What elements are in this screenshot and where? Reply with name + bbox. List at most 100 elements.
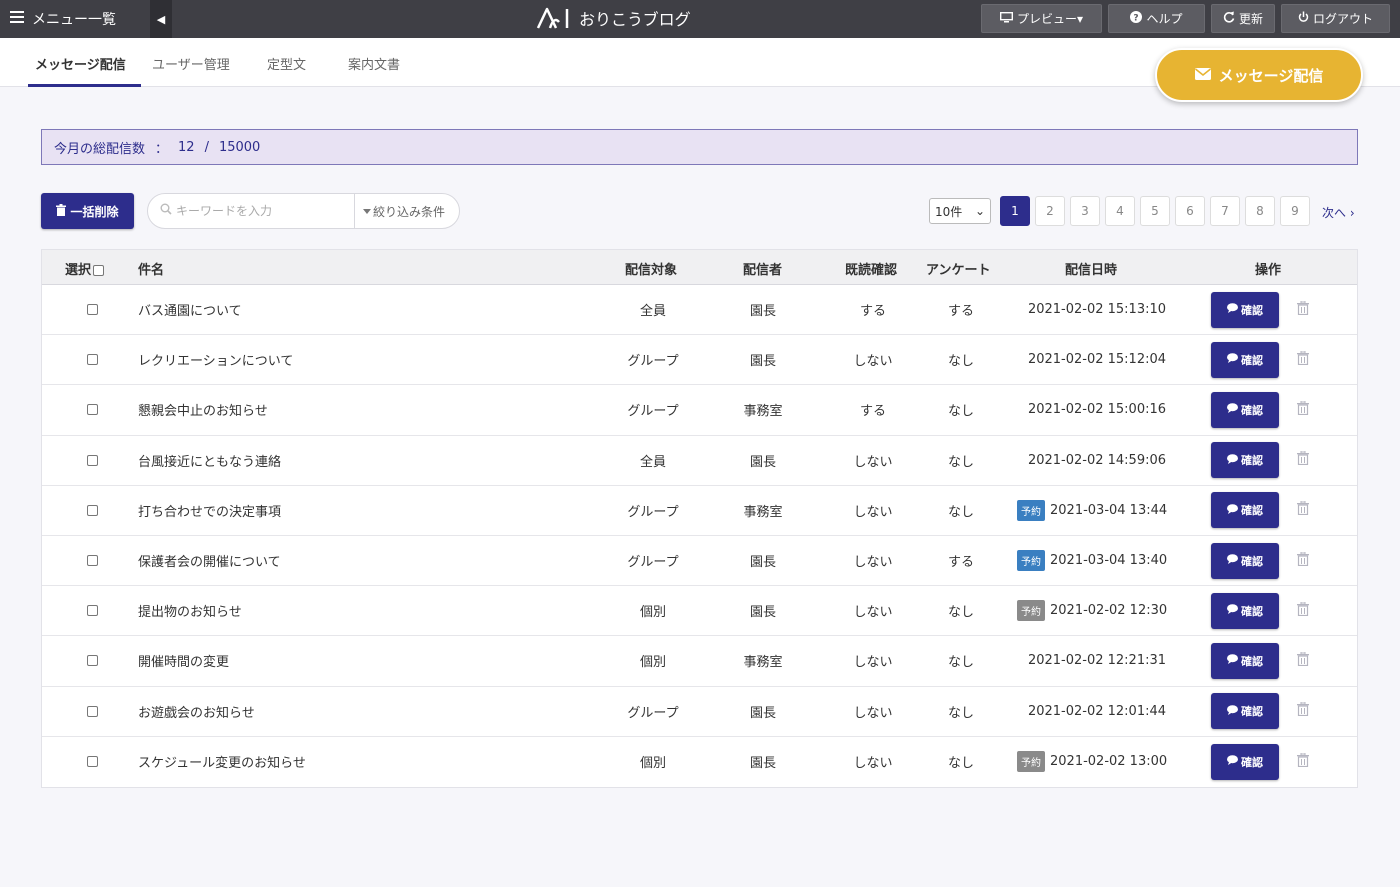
- row-checkbox[interactable]: [87, 454, 98, 466]
- row-checkbox[interactable]: [87, 555, 98, 567]
- confirm-button[interactable]: 確認: [1211, 743, 1279, 780]
- row-checkbox[interactable]: [87, 655, 98, 667]
- sender-cell: 園長: [749, 705, 776, 721]
- delete-row-icon[interactable]: [1297, 551, 1309, 570]
- comment-icon: [1227, 303, 1238, 316]
- comment-icon: [1227, 554, 1238, 567]
- preview-button[interactable]: プレビュー▾: [981, 4, 1102, 33]
- confirm-button[interactable]: 確認: [1211, 492, 1279, 529]
- search-icon: [160, 203, 172, 219]
- app-logo: おりこうブログ: [535, 6, 691, 30]
- help-button[interactable]: ? ヘルプ: [1108, 4, 1205, 33]
- delete-row-icon[interactable]: [1297, 400, 1309, 419]
- read-cell: しない: [853, 756, 893, 772]
- delete-row-icon[interactable]: [1297, 500, 1309, 519]
- page-button[interactable]: 6: [1175, 196, 1205, 226]
- datetime-cell: 2021-02-02 15:13:10: [1027, 302, 1167, 318]
- datetime-cell: 2021-02-02 15:12:04: [1027, 352, 1167, 368]
- tab-message-delivery[interactable]: メッセージ配信: [35, 54, 126, 73]
- subject-cell: 台風接近にともなう連絡: [138, 454, 282, 470]
- filter-button[interactable]: 絞り込み条件: [354, 194, 453, 228]
- menu-label: メニュー一覧: [32, 12, 116, 28]
- scheduled-badge: 予約: [1017, 499, 1045, 521]
- confirm-button[interactable]: 確認: [1211, 642, 1279, 679]
- svg-text:?: ?: [1134, 14, 1139, 24]
- target-header: 配信対象: [625, 263, 678, 278]
- tab-templates[interactable]: 定型文: [267, 54, 306, 73]
- menu-toggle-button[interactable]: メニュー一覧 ◀: [0, 0, 172, 38]
- scheduled-badge: 予約: [1017, 751, 1045, 773]
- table-header: 選択 件名 配信対象 配信者 既読確認 アンケート 配信日時 操作: [42, 250, 1357, 285]
- count-value: 12: [178, 139, 195, 155]
- active-tab-indicator: [28, 84, 141, 87]
- table-row: 開催時間の変更 個別 事務室 しない なし 2021-02-02 12:21:31 確認: [42, 636, 1357, 687]
- datetime-header: 配信日時: [1065, 263, 1118, 278]
- page-button[interactable]: 4: [1105, 196, 1135, 226]
- tab-guide-documents[interactable]: 案内文書: [348, 54, 400, 73]
- bulk-delete-button[interactable]: 一括削除: [41, 193, 134, 229]
- confirm-button[interactable]: 確認: [1211, 542, 1279, 579]
- table-row: バス通園について 全員 園長 する する 2021-02-02 15:13:10 確認: [42, 285, 1357, 336]
- row-checkbox[interactable]: [87, 605, 98, 617]
- survey-cell: なし: [947, 756, 974, 772]
- confirm-button[interactable]: 確認: [1211, 442, 1279, 479]
- page-button[interactable]: 7: [1210, 196, 1240, 226]
- page-button[interactable]: 8: [1245, 196, 1275, 226]
- confirm-button[interactable]: 確認: [1211, 592, 1279, 629]
- select-all-checkbox[interactable]: [93, 264, 105, 276]
- confirm-button[interactable]: 確認: [1211, 693, 1279, 730]
- row-checkbox[interactable]: [87, 756, 98, 768]
- pagination: 123456789: [1000, 196, 1310, 226]
- datetime-cell: 2021-02-02 14:59:06: [1027, 452, 1167, 468]
- row-checkbox[interactable]: [87, 304, 98, 316]
- page-button[interactable]: 2: [1035, 196, 1065, 226]
- delete-row-icon[interactable]: [1297, 300, 1309, 319]
- delete-row-icon[interactable]: [1297, 350, 1309, 369]
- logout-button[interactable]: ログアウト: [1281, 4, 1390, 33]
- datetime-cell: 2021-02-02 12:01:44: [1027, 703, 1167, 719]
- page-button[interactable]: 5: [1140, 196, 1170, 226]
- read-cell: しない: [853, 504, 893, 520]
- subject-cell: お遊戯会のお知らせ: [138, 705, 255, 721]
- read-cell: しない: [853, 655, 893, 671]
- logo-mark-icon: [536, 7, 569, 29]
- table-row: お遊戯会のお知らせ グループ 園長 しない なし 2021-02-02 12:01:44 …: [42, 687, 1357, 737]
- row-checkbox[interactable]: [87, 504, 98, 516]
- sender-cell: 園長: [749, 756, 776, 772]
- refresh-button[interactable]: 更新: [1211, 4, 1275, 33]
- delete-row-icon[interactable]: [1297, 752, 1309, 771]
- search-box: 絞り込み条件: [147, 193, 460, 229]
- comment-icon: [1227, 704, 1238, 718]
- row-checkbox[interactable]: [87, 404, 98, 416]
- search-input[interactable]: [176, 204, 354, 218]
- confirm-button[interactable]: 確認: [1211, 341, 1279, 378]
- collapse-sidebar-icon[interactable]: ◀: [150, 0, 172, 38]
- comment-icon: [1227, 604, 1238, 617]
- survey-cell: なし: [947, 655, 974, 671]
- row-checkbox[interactable]: [87, 354, 98, 366]
- confirm-button[interactable]: 確認: [1211, 391, 1279, 428]
- survey-cell: なし: [947, 504, 974, 520]
- row-checkbox[interactable]: [87, 705, 98, 717]
- page-button[interactable]: 9: [1280, 196, 1310, 226]
- count-slash: /: [204, 139, 209, 155]
- new-message-button[interactable]: メッセージ配信: [1155, 48, 1363, 102]
- target-cell: グループ: [627, 705, 679, 721]
- target-cell: グループ: [627, 354, 679, 370]
- tab-user-management[interactable]: ユーザー管理: [152, 54, 230, 73]
- sender-cell: 事務室: [743, 404, 783, 420]
- read-cell: しない: [853, 454, 893, 470]
- delete-row-icon[interactable]: [1297, 701, 1309, 720]
- power-icon: [1298, 11, 1309, 26]
- per-page-select[interactable]: 10件 ⌄: [929, 198, 991, 224]
- delete-row-icon[interactable]: [1297, 601, 1309, 620]
- next-page-link[interactable]: 次へ ›: [1322, 204, 1355, 221]
- confirm-button[interactable]: 確認: [1211, 291, 1279, 328]
- delete-row-icon[interactable]: [1297, 651, 1309, 670]
- subject-cell: 懇親会中止のお知らせ: [138, 404, 268, 420]
- scheduled-badge: 予約: [1017, 550, 1045, 572]
- delete-row-icon[interactable]: [1297, 450, 1309, 469]
- comment-icon: [1227, 403, 1238, 416]
- page-button[interactable]: 1: [1000, 196, 1030, 226]
- page-button[interactable]: 3: [1070, 196, 1100, 226]
